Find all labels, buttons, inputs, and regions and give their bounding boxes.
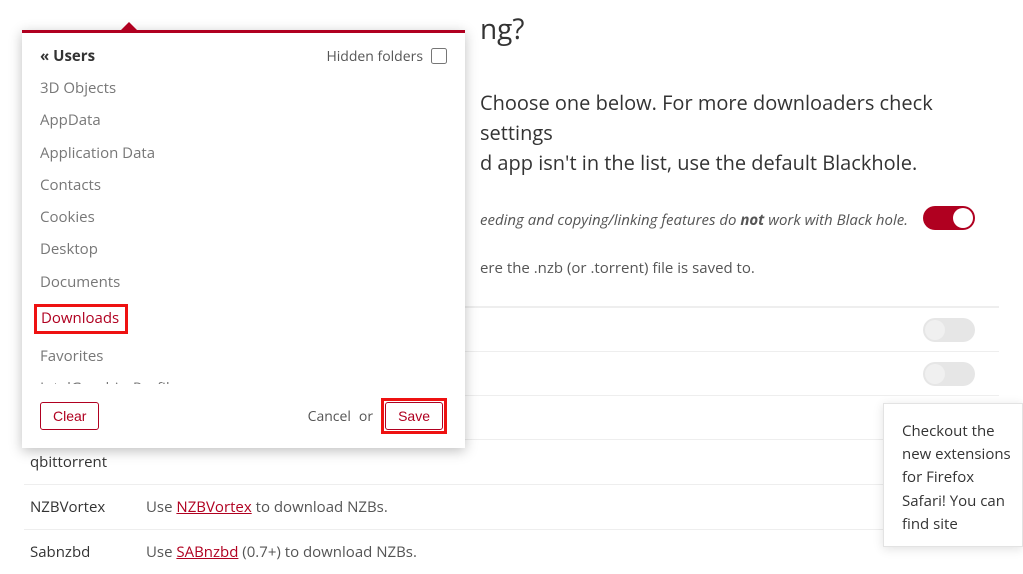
hidden-folders-label: Hidden folders [326,47,423,66]
row-sabnzbd[interactable]: Sabnzbd Use SABnzbd (0.7+) to download N… [24,529,999,574]
folder-item[interactable]: Desktop [40,233,461,265]
toggle-b[interactable] [923,362,975,386]
row-nzbvortex[interactable]: NZBVortex Use NZBVortex to download NZBs… [24,484,999,529]
folder-item-highlight: Downloads [34,304,128,334]
toggle-a[interactable] [923,318,975,342]
row-label-sabnzbd: Sabnzbd [30,542,146,562]
sabnzbd-pre: Use [146,542,176,562]
extension-notification[interactable]: Checkout the new extensions for Firefox … [883,403,1023,547]
folder-item[interactable]: Cookies [40,201,461,233]
page-title-fragment: ng? [480,10,999,48]
page-description: Choose one below. For more downloaders c… [480,88,999,178]
folder-item[interactable]: IntelGraphicsProfiles [40,372,461,384]
or-label: or [359,407,373,426]
hidden-folders-wrap[interactable]: Hidden folders [326,47,447,66]
sabnzbd-post: (0.7+) to download NZBs. [238,542,416,562]
hidden-folders-checkbox[interactable] [431,48,447,64]
save-button[interactable]: Save [385,402,443,430]
nzbvortex-link[interactable]: NZBVortex [176,497,251,517]
save-location-note: ere the .nzb (or .torrent) file is saved… [480,258,999,278]
folder-picker-popover: « Users Hidden folders 3D ObjectsAppData… [22,30,465,448]
note-not: not [740,210,764,230]
row-label-qbittorrent: qbittorrent [30,452,146,472]
folder-item[interactable]: 3D Objects [40,72,461,104]
folder-item[interactable]: Documents [40,266,461,298]
folder-item[interactable]: AppData [40,104,461,136]
row-value-nzbvortex: Use NZBVortex to download NZBs. [146,497,388,517]
folder-item[interactable]: Application Data [40,137,461,169]
desc-line2: d app isn't in the list, use the default… [480,149,917,176]
note-pre: eeding and copying/linking features do [480,210,740,230]
clear-button[interactable]: Clear [40,402,99,430]
blackhole-toggle[interactable] [923,206,975,230]
folder-breadcrumb[interactable]: « Users [40,46,95,66]
popover-arrow-icon [120,22,138,31]
nzbvortex-post: to download NZBs. [252,497,388,517]
note-post: work with Black hole. [764,210,908,230]
folder-list[interactable]: 3D ObjectsAppDataApplication DataContact… [22,72,465,384]
breadcrumb-back-icon[interactable]: « [40,46,53,66]
desc-line1: Choose one below. For more downloaders c… [480,89,933,146]
folder-item[interactable]: Contacts [40,169,461,201]
row-value-sabnzbd: Use SABnzbd (0.7+) to download NZBs. [146,542,417,562]
nzbvortex-pre: Use [146,497,176,517]
breadcrumb-current: Users [53,46,95,66]
blackhole-note-row: eeding and copying/linking features do n… [480,210,999,230]
save-highlight: Save [381,398,447,434]
row-label-nzbvortex: NZBVortex [30,497,146,517]
folder-item[interactable]: Favorites [40,340,461,372]
folder-item[interactable]: Downloads [40,298,461,340]
sabnzbd-link[interactable]: SABnzbd [176,542,238,562]
cancel-button[interactable]: Cancel [308,407,351,426]
